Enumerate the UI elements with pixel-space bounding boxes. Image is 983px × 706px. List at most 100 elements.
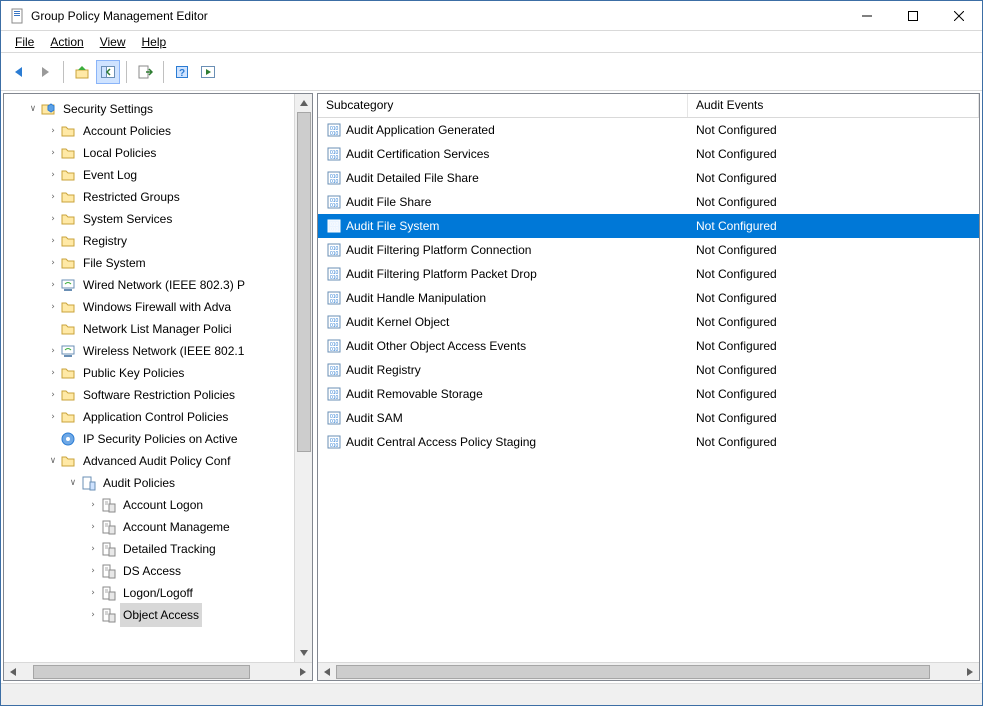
toolbar-show-hide-tree-button[interactable] [96, 60, 120, 84]
tree-item[interactable]: ›Account Logon [6, 494, 294, 516]
scrollbar-thumb[interactable] [297, 112, 311, 452]
tree-item[interactable]: ›Account Policies [6, 120, 294, 142]
tree-item[interactable]: › Object Access [6, 604, 294, 626]
chevron-down-icon[interactable]: ∨ [66, 472, 80, 494]
chevron-right-icon[interactable]: › [46, 406, 60, 428]
tree-horizontal-scrollbar[interactable] [4, 662, 312, 680]
chevron-right-icon[interactable]: › [86, 560, 100, 582]
policy-icon: 010010 [326, 122, 342, 138]
tree-item[interactable]: ∨ Security Settings [6, 98, 294, 120]
menu-view[interactable]: View [92, 33, 134, 51]
chevron-right-icon[interactable]: › [46, 208, 60, 230]
scroll-right-arrow-icon[interactable] [961, 663, 979, 681]
list-row[interactable]: 010010Audit File SystemNot Configured [318, 214, 979, 238]
toolbar-export-list-button[interactable] [133, 60, 157, 84]
chevron-right-icon[interactable]: › [86, 604, 100, 626]
status-bar [1, 683, 982, 705]
toolbar-run-button[interactable] [196, 60, 220, 84]
svg-text:010: 010 [330, 275, 339, 281]
maximize-button[interactable] [890, 1, 936, 31]
net-icon [60, 343, 76, 359]
chevron-right-icon[interactable]: › [46, 142, 60, 164]
svg-text:010: 010 [330, 131, 339, 137]
list-row[interactable]: 010010Audit Central Access Policy Stagin… [318, 430, 979, 454]
chevron-right-icon[interactable]: › [86, 494, 100, 516]
tree-item[interactable]: ›Wireless Network (IEEE 802.1 [6, 340, 294, 362]
tree-item[interactable]: ›Application Control Policies [6, 406, 294, 428]
tree-item[interactable]: ›File System [6, 252, 294, 274]
toolbar-forward-button[interactable] [33, 60, 57, 84]
chevron-right-icon[interactable]: › [86, 516, 100, 538]
list-row[interactable]: 010010Audit Filtering Platform Connectio… [318, 238, 979, 262]
list-row[interactable]: 010010Audit Certification ServicesNot Co… [318, 142, 979, 166]
chevron-right-icon[interactable]: › [46, 120, 60, 142]
toolbar-help-button[interactable]: ? [170, 60, 194, 84]
scrollbar-thumb[interactable] [33, 665, 251, 679]
list-row[interactable]: 010010Audit Handle ManipulationNot Confi… [318, 286, 979, 310]
tree-item[interactable]: ›Registry [6, 230, 294, 252]
tree-item[interactable]: ∨Advanced Audit Policy Conf [6, 450, 294, 472]
list-rows[interactable]: 010010Audit Application GeneratedNot Con… [318, 118, 979, 662]
list-horizontal-scrollbar[interactable] [318, 662, 979, 680]
tree-item[interactable]: ∨Audit Policies [6, 472, 294, 494]
list-row[interactable]: 010010Audit Other Object Access EventsNo… [318, 334, 979, 358]
tree-item[interactable]: ›Restricted Groups [6, 186, 294, 208]
close-button[interactable] [936, 1, 982, 31]
tree-item[interactable]: ›Event Log [6, 164, 294, 186]
chevron-right-icon[interactable]: › [46, 340, 60, 362]
list-row[interactable]: 010010Audit Detailed File ShareNot Confi… [318, 166, 979, 190]
list-row[interactable]: 010010Audit Kernel ObjectNot Configured [318, 310, 979, 334]
tree-item[interactable]: ›Detailed Tracking [6, 538, 294, 560]
menu-file[interactable]: File [7, 33, 42, 51]
tree-item[interactable]: ›Software Restriction Policies [6, 384, 294, 406]
tree-item[interactable]: ›DS Access [6, 560, 294, 582]
tree-item[interactable]: ›Wired Network (IEEE 802.3) P [6, 274, 294, 296]
tree-vertical-scrollbar[interactable] [294, 94, 312, 662]
subcategory-cell: Audit Certification Services [346, 147, 489, 161]
chevron-right-icon[interactable]: › [46, 186, 60, 208]
tree-item[interactable]: ›System Services [6, 208, 294, 230]
audit-events-cell: Not Configured [688, 171, 979, 185]
tree-view[interactable]: ∨ Security Settings›Account Policies›Loca… [4, 94, 294, 630]
tree-item[interactable]: IP Security Policies on Active [6, 428, 294, 450]
tree-item-label: Security Settings [60, 97, 156, 121]
chevron-right-icon[interactable]: › [46, 362, 60, 384]
chevron-right-icon[interactable]: › [46, 296, 60, 318]
chevron-right-icon[interactable]: › [46, 230, 60, 252]
scroll-left-arrow-icon[interactable] [4, 663, 22, 681]
menu-action[interactable]: Action [42, 33, 91, 51]
tree-item[interactable]: Network List Manager Polici [6, 318, 294, 340]
chevron-right-icon[interactable]: › [46, 384, 60, 406]
minimize-button[interactable] [844, 1, 890, 31]
toolbar-up-button[interactable] [70, 60, 94, 84]
scroll-right-arrow-icon[interactable] [294, 663, 312, 681]
chevron-down-icon[interactable]: ∨ [46, 450, 60, 472]
list-row[interactable]: 010010Audit Filtering Platform Packet Dr… [318, 262, 979, 286]
toolbar-back-button[interactable] [7, 60, 31, 84]
chevron-right-icon[interactable]: › [46, 164, 60, 186]
scroll-up-arrow-icon[interactable] [295, 94, 312, 112]
chevron-down-icon[interactable]: ∨ [26, 98, 40, 120]
chevron-right-icon[interactable]: › [86, 538, 100, 560]
list-row[interactable]: 010010Audit RegistryNot Configured [318, 358, 979, 382]
chevron-right-icon[interactable]: › [86, 582, 100, 604]
scroll-down-arrow-icon[interactable] [295, 644, 312, 662]
tree-item[interactable]: ›Logon/Logoff [6, 582, 294, 604]
list-row[interactable]: 010010Audit SAMNot Configured [318, 406, 979, 430]
list-row[interactable]: 010010Audit Application GeneratedNot Con… [318, 118, 979, 142]
tree-item[interactable]: ›Windows Firewall with Adva [6, 296, 294, 318]
column-header-audit-events[interactable]: Audit Events [688, 94, 979, 117]
titlebar: Group Policy Management Editor [1, 1, 982, 31]
scroll-left-arrow-icon[interactable] [318, 663, 336, 681]
tree-item[interactable]: ›Local Policies [6, 142, 294, 164]
tree-item[interactable]: ›Public Key Policies [6, 362, 294, 384]
chevron-right-icon[interactable]: › [46, 252, 60, 274]
chevron-right-icon[interactable]: › [46, 274, 60, 296]
column-header-subcategory[interactable]: Subcategory [318, 94, 688, 117]
list-row[interactable]: 010010Audit File ShareNot Configured [318, 190, 979, 214]
list-row[interactable]: 010010Audit Removable StorageNot Configu… [318, 382, 979, 406]
tree-item-label: Object Access [120, 603, 202, 627]
menu-help[interactable]: Help [134, 33, 175, 51]
scrollbar-thumb[interactable] [336, 665, 930, 679]
tree-item[interactable]: ›Account Manageme [6, 516, 294, 538]
